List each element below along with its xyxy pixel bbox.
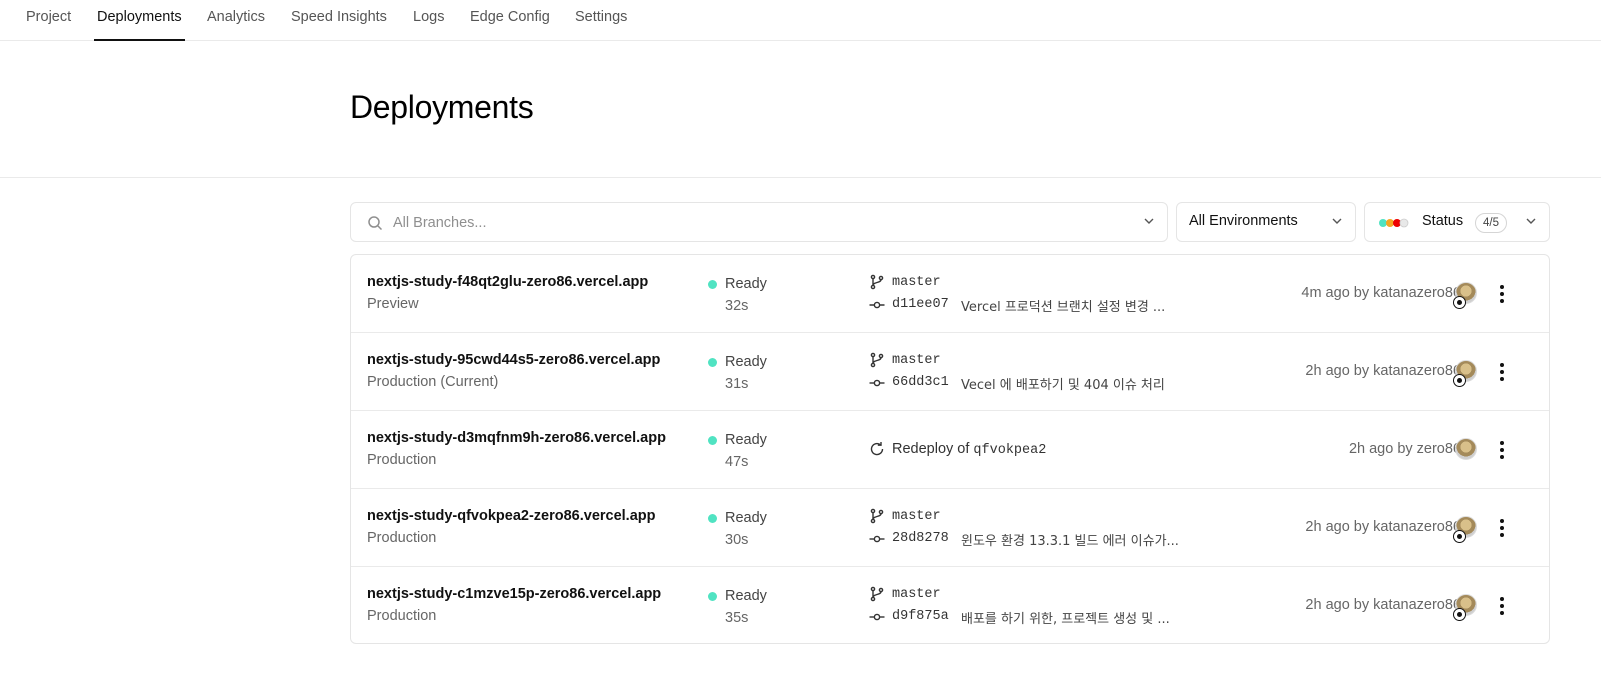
status-dots-icon: [1379, 218, 1409, 228]
chevron-down-icon[interactable]: [1143, 215, 1155, 227]
deployment-row[interactable]: nextjs-study-c1mzve15p-zero86.vercel.app…: [351, 567, 1549, 643]
redeploy-source[interactable]: qfvokpea2: [973, 443, 1046, 458]
tab-settings[interactable]: Settings: [575, 0, 627, 41]
tab-deployments[interactable]: Deployments: [94, 0, 185, 41]
status-ready-dot-icon: [708, 358, 717, 367]
git-commit-icon: [869, 613, 885, 621]
commit-message: Vecel 에 배포하기 및 404 이슈 처리: [961, 378, 1165, 393]
deployment-url[interactable]: nextjs-study-c1mzve15p-zero86.vercel.app: [367, 586, 661, 602]
commit-message: Vercel 프로덕션 브랜치 설정 변경 ...: [961, 300, 1166, 315]
branch-search-input[interactable]: [393, 212, 1133, 234]
deployment-environment: Production: [367, 608, 437, 624]
deployment-row[interactable]: nextjs-study-f48qt2glu-zero86.vercel.app…: [351, 255, 1549, 333]
redeploy-label: Redeploy of: [892, 441, 970, 457]
redeploy-info: Redeploy of qfvokpea2: [892, 441, 1046, 458]
deployment-status: Ready: [725, 276, 767, 292]
deployment-duration: 47s: [725, 454, 749, 470]
deployment-meta: 2h ago by katanazero86: [1305, 363, 1461, 379]
git-commit-icon: [869, 535, 885, 543]
deployment-status: Ready: [725, 354, 767, 370]
branch-name[interactable]: master: [892, 509, 941, 524]
git-branch-icon: [870, 274, 884, 290]
tab-speed-insights[interactable]: Speed Insights: [291, 0, 387, 41]
tab-project[interactable]: Project: [26, 0, 71, 41]
deployment-duration: 32s: [725, 298, 749, 314]
environment-select[interactable]: All Environments: [1176, 202, 1356, 242]
branch-name[interactable]: master: [892, 587, 941, 602]
more-vertical-icon[interactable]: [1494, 360, 1510, 384]
deployment-duration: 31s: [725, 376, 749, 392]
git-branch-icon: [870, 508, 884, 524]
chevron-down-icon: [1526, 218, 1536, 224]
deployment-status: Ready: [725, 432, 767, 448]
page-header: Deployments: [0, 41, 1601, 178]
tab-logs[interactable]: Logs: [413, 0, 444, 41]
deployment-row[interactable]: nextjs-study-d3mqfnm9h-zero86.vercel.app…: [351, 411, 1549, 489]
status-filter[interactable]: Status 4/5: [1364, 202, 1550, 242]
git-branch-icon: [870, 586, 884, 602]
git-commit-icon: [869, 301, 885, 309]
more-vertical-icon[interactable]: [1494, 438, 1510, 462]
deployment-meta: 2h ago by katanazero86: [1305, 597, 1461, 613]
chevron-down-icon: [1332, 218, 1342, 224]
status-ready-dot-icon: [708, 592, 717, 601]
deployment-meta: 2h ago by katanazero86: [1305, 519, 1461, 535]
top-nav: Project Deployments Analytics Speed Insi…: [0, 0, 1601, 41]
search-icon: [368, 216, 383, 231]
deployment-environment: Production: [367, 530, 437, 546]
deployment-duration: 35s: [725, 610, 749, 626]
avatar: [1455, 438, 1477, 460]
deployment-environment: Preview: [367, 296, 419, 312]
status-filter-label: Status: [1422, 213, 1464, 229]
tab-edge-config[interactable]: Edge Config: [470, 0, 550, 41]
deployment-url[interactable]: nextjs-study-qfvokpea2-zero86.vercel.app: [367, 508, 656, 524]
github-icon: [1453, 374, 1466, 387]
deployment-url[interactable]: nextjs-study-f48qt2glu-zero86.vercel.app: [367, 274, 648, 290]
page-title: Deployments: [350, 89, 534, 125]
status-ready-dot-icon: [708, 514, 717, 523]
more-vertical-icon[interactable]: [1494, 282, 1510, 306]
status-count-badge: 4/5: [1475, 213, 1507, 233]
deployment-list: nextjs-study-f48qt2glu-zero86.vercel.app…: [350, 254, 1550, 644]
refresh-icon: [870, 442, 884, 456]
more-vertical-icon[interactable]: [1494, 594, 1510, 618]
deployment-url[interactable]: nextjs-study-95cwd44s5-zero86.vercel.app: [367, 352, 660, 368]
branch-name[interactable]: master: [892, 353, 941, 368]
deployment-duration: 30s: [725, 532, 749, 548]
status-ready-dot-icon: [708, 436, 717, 445]
deployment-meta: 2h ago by zero86: [1348, 441, 1461, 457]
github-icon: [1453, 296, 1466, 309]
deployment-meta: 4m ago by katanazero86: [1301, 285, 1461, 301]
commit-hash[interactable]: d11ee07: [892, 297, 949, 312]
deployment-status: Ready: [725, 588, 767, 604]
git-branch-icon: [870, 352, 884, 368]
git-commit-icon: [869, 379, 885, 387]
commit-hash[interactable]: 66dd3c1: [892, 375, 949, 390]
deployment-row[interactable]: nextjs-study-qfvokpea2-zero86.vercel.app…: [351, 489, 1549, 567]
branch-name[interactable]: master: [892, 275, 941, 290]
deployment-row[interactable]: nextjs-study-95cwd44s5-zero86.vercel.app…: [351, 333, 1549, 411]
deployment-environment: Production (Current): [367, 374, 499, 390]
commit-hash[interactable]: 28d8278: [892, 531, 949, 546]
branch-search[interactable]: [350, 202, 1168, 242]
deployment-url[interactable]: nextjs-study-d3mqfnm9h-zero86.vercel.app: [367, 430, 666, 446]
tab-analytics[interactable]: Analytics: [207, 0, 265, 41]
github-icon: [1453, 608, 1466, 621]
commit-message: 윈도우 환경 13.3.1 빌드 에러 이슈가...: [961, 534, 1179, 549]
commit-hash[interactable]: d9f875a: [892, 609, 949, 624]
more-vertical-icon[interactable]: [1494, 516, 1510, 540]
commit-message: 배포를 하기 위한, 프로젝트 생성 및 ...: [961, 612, 1170, 627]
github-icon: [1453, 530, 1466, 543]
status-ready-dot-icon: [708, 280, 717, 289]
deployment-status: Ready: [725, 510, 767, 526]
deployment-environment: Production: [367, 452, 437, 468]
environment-select-value: All Environments: [1189, 213, 1298, 229]
